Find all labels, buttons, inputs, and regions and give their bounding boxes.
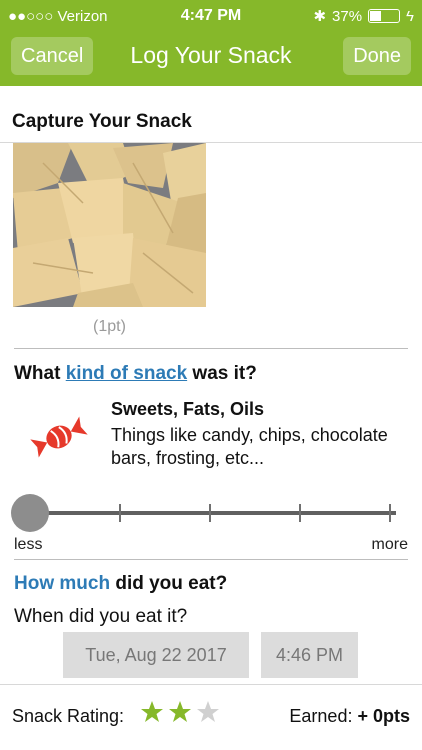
status-bar: ●●○○○ Verizon 4:47 PM ✱ 37% ϟ [0, 0, 422, 32]
snack-rating-label: Snack Rating: [12, 706, 125, 726]
bluetooth-icon: ✱ [313, 8, 327, 25]
divider [14, 348, 408, 349]
earned-points: Earned: + 0pts [289, 706, 410, 727]
snack-photo[interactable] [13, 143, 206, 307]
amount-question: How much did you eat? [14, 573, 227, 595]
star-filled-icon [169, 701, 191, 722]
date-picker-button[interactable]: Tue, Aug 22 2017 [63, 632, 249, 678]
category-title: Sweets, Fats, Oils [111, 399, 265, 419]
candy-icon [30, 413, 88, 466]
amount-slider-thumb[interactable] [11, 494, 49, 532]
battery-icon [368, 9, 401, 23]
category-description: Things like candy, chips, chocolate bars… [111, 425, 388, 468]
earned-label: Earned: [289, 706, 353, 726]
status-right: ✱ 37% ϟ [313, 7, 414, 26]
nav-bar: Cancel Log Your Snack Done [0, 32, 422, 86]
star-empty-icon [197, 701, 219, 722]
slider-tick [209, 504, 211, 522]
time-picker-button[interactable]: 4:46 PM [261, 632, 358, 678]
star-filled-icon [141, 701, 163, 722]
how-much-label: How much [14, 573, 111, 594]
kind-question-suffix: was it? [187, 363, 257, 384]
kind-question: What kind of snack was it? [14, 363, 257, 385]
battery-percent: 37% [332, 7, 363, 25]
divider [0, 684, 422, 685]
slider-label-more: more [371, 536, 408, 553]
amount-slider-track[interactable] [30, 511, 396, 515]
slider-tick [389, 504, 391, 522]
when-question: When did you eat it? [14, 606, 188, 627]
slider-tick [299, 504, 301, 522]
slider-label-less: less [14, 536, 43, 553]
amount-question-rest: did you eat? [110, 573, 228, 594]
kind-of-snack-link[interactable]: kind of snack [66, 363, 187, 384]
capture-title: Capture Your Snack [12, 111, 192, 132]
done-button[interactable]: Done [343, 37, 411, 75]
slider-tick [119, 504, 121, 522]
earned-value: + 0pts [357, 706, 410, 726]
divider [14, 559, 408, 560]
snack-rating-stars [140, 700, 220, 724]
kind-question-prefix: What [14, 363, 66, 384]
photo-points: (1pt) [93, 318, 126, 335]
charging-icon: ϟ [406, 7, 414, 25]
